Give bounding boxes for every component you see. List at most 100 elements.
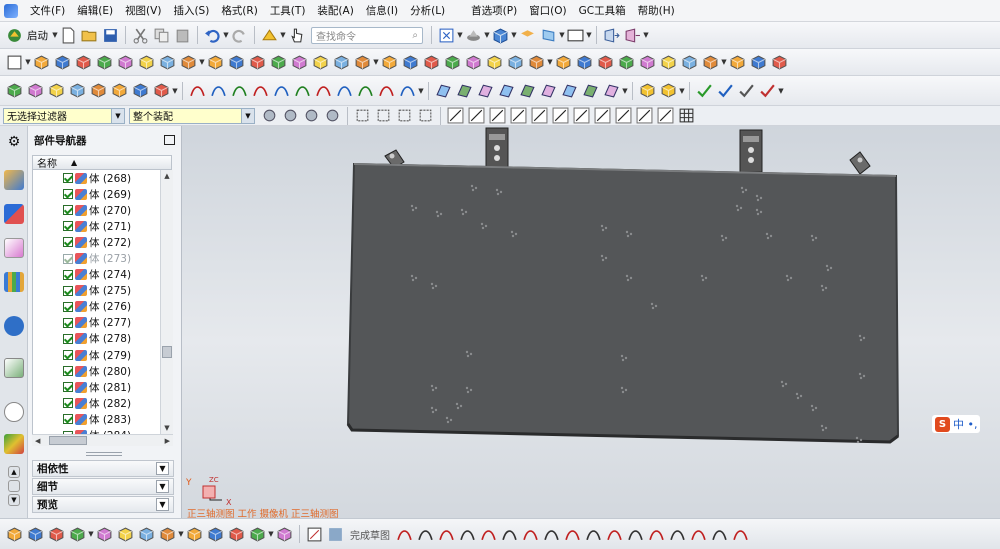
tree-row[interactable]: 体 (280): [33, 363, 160, 379]
scrollbar-thumb[interactable]: [48, 436, 87, 445]
constraint-navigator-icon[interactable]: [4, 204, 24, 224]
tree-row[interactable]: 体 (278): [33, 331, 160, 347]
finish-sketch-flag-icon[interactable]: [327, 526, 344, 543]
visibility-checkbox[interactable]: [63, 366, 73, 377]
selection-method-icon[interactable]: [303, 107, 320, 124]
menu-format[interactable]: 格式(R): [215, 3, 264, 18]
sketch-fillet-icon[interactable]: [480, 526, 497, 543]
datum-plane-icon[interactable]: [312, 54, 329, 71]
datum-csys-dropdown-icon[interactable]: ▼: [178, 526, 184, 543]
join-curve-icon[interactable]: [399, 82, 416, 99]
solid-icon[interactable]: [417, 107, 434, 124]
scroll-up-icon[interactable]: ▲: [8, 466, 20, 478]
offset-surface-icon[interactable]: [582, 82, 599, 99]
tree-row[interactable]: 体 (268): [33, 170, 160, 186]
snap-end-icon[interactable]: [447, 107, 464, 124]
fit-view-dropdown-icon[interactable]: ▼: [457, 27, 463, 44]
bounded-plane-icon[interactable]: [603, 82, 620, 99]
subtract-icon[interactable]: [528, 54, 545, 71]
curve-dropdown-icon[interactable]: ▼: [418, 82, 424, 99]
pad-icon[interactable]: [249, 54, 266, 71]
assembly-sequence-icon[interactable]: [276, 526, 293, 543]
swept-icon[interactable]: [456, 82, 473, 99]
open-folder-icon[interactable]: [81, 27, 98, 44]
details-panel-header[interactable]: 细节 ▼: [32, 478, 174, 495]
polygon-icon[interactable]: [273, 82, 290, 99]
hole-icon[interactable]: [180, 54, 197, 71]
measure-body-icon[interactable]: [660, 82, 677, 99]
panel-splitter[interactable]: [86, 452, 122, 456]
menu-gc-toolbox[interactable]: GC工具箱: [573, 3, 632, 18]
touch-mode-icon[interactable]: [288, 27, 305, 44]
tree-row[interactable]: 体 (276): [33, 299, 160, 315]
menu-file[interactable]: 文件(F): [24, 3, 71, 18]
new-component-icon[interactable]: [48, 82, 65, 99]
snap-pole-icon[interactable]: [636, 107, 653, 124]
sketch-arc-icon[interactable]: [438, 526, 455, 543]
visibility-checkbox[interactable]: [63, 333, 73, 344]
menu-assembly[interactable]: 装配(A): [311, 3, 359, 18]
replace-face-icon[interactable]: [750, 54, 767, 71]
navigator-vertical-scrollbar[interactable]: ▲ ▼: [160, 170, 173, 434]
snap-existing-icon[interactable]: [594, 107, 611, 124]
sketch-point-icon[interactable]: [564, 526, 581, 543]
scroll-down-arrow-icon[interactable]: ▼: [161, 422, 173, 434]
offset-curve-icon[interactable]: [336, 82, 353, 99]
trim-sheet-icon[interactable]: [540, 82, 557, 99]
tree-row[interactable]: 体 (277): [33, 315, 160, 331]
menu-insert[interactable]: 插入(S): [167, 3, 215, 18]
unite-icon[interactable]: [507, 54, 524, 71]
fit-view-icon[interactable]: [438, 27, 455, 44]
menu-information[interactable]: 信息(I): [360, 3, 404, 18]
tree-row[interactable]: 体 (274): [33, 267, 160, 283]
check-geometry-icon[interactable]: [696, 82, 713, 99]
cut-icon[interactable]: [132, 27, 149, 44]
menu-analysis[interactable]: 分析(L): [404, 3, 451, 18]
pattern-icon[interactable]: [465, 54, 482, 71]
repeat-command-icon[interactable]: [261, 27, 278, 44]
sketch-constraint-icon[interactable]: [669, 526, 686, 543]
fastener-icon[interactable]: [249, 526, 266, 543]
visibility-checkbox[interactable]: [63, 237, 73, 248]
section-view-dropdown-icon[interactable]: ▼: [559, 27, 565, 44]
history-icon[interactable]: [4, 358, 24, 378]
render-mode-icon[interactable]: [48, 526, 65, 543]
extract-icon[interactable]: [681, 54, 698, 71]
scroll-left-arrow-icon[interactable]: ◀: [35, 437, 40, 445]
assembly-icon[interactable]: [6, 82, 23, 99]
select-body-icon[interactable]: [282, 107, 299, 124]
tree-row[interactable]: 体 (282): [33, 395, 160, 411]
scroll-up-arrow-icon[interactable]: ▲: [161, 170, 173, 182]
extend-sheet-icon[interactable]: [561, 82, 578, 99]
tree-row[interactable]: 体 (272): [33, 234, 160, 250]
trim-body-icon[interactable]: [576, 54, 593, 71]
surface-dropdown-icon[interactable]: ▼: [622, 82, 628, 99]
examine-icon[interactable]: [717, 82, 734, 99]
delete-face-icon[interactable]: [771, 54, 788, 71]
shell-icon[interactable]: [402, 54, 419, 71]
pocket-icon[interactable]: [228, 54, 245, 71]
lasso-icon[interactable]: [375, 107, 392, 124]
intersect-icon[interactable]: [555, 54, 572, 71]
line-icon[interactable]: [189, 82, 206, 99]
profile-icon[interactable]: [396, 526, 413, 543]
tree-row[interactable]: 体 (281): [33, 379, 160, 395]
color-swatch-icon[interactable]: [567, 27, 584, 44]
array-component-icon[interactable]: [111, 82, 128, 99]
type-filter-select[interactable]: 无选择过滤器 ▼: [3, 107, 125, 124]
hole-dropdown-icon[interactable]: ▼: [199, 54, 205, 71]
copy-icon[interactable]: [153, 27, 170, 44]
extrude-icon[interactable]: [54, 54, 71, 71]
visibility-checkbox[interactable]: [63, 382, 73, 393]
tree-row[interactable]: 体 (269): [33, 186, 160, 202]
command-finder-input[interactable]: 查找命令 ⌕: [311, 26, 423, 44]
snap-arc-center-icon[interactable]: [552, 107, 569, 124]
sketch-rectangle-icon[interactable]: [522, 526, 539, 543]
scroll-down-icon[interactable]: ▼: [8, 494, 20, 506]
edge-blend-icon[interactable]: [354, 54, 371, 71]
snap-face-icon[interactable]: [657, 107, 674, 124]
navigator-column-header[interactable]: 名称 ▲: [32, 155, 172, 170]
thicken-icon[interactable]: [639, 54, 656, 71]
bridge-curve-icon[interactable]: [378, 82, 395, 99]
block-icon[interactable]: [96, 54, 113, 71]
